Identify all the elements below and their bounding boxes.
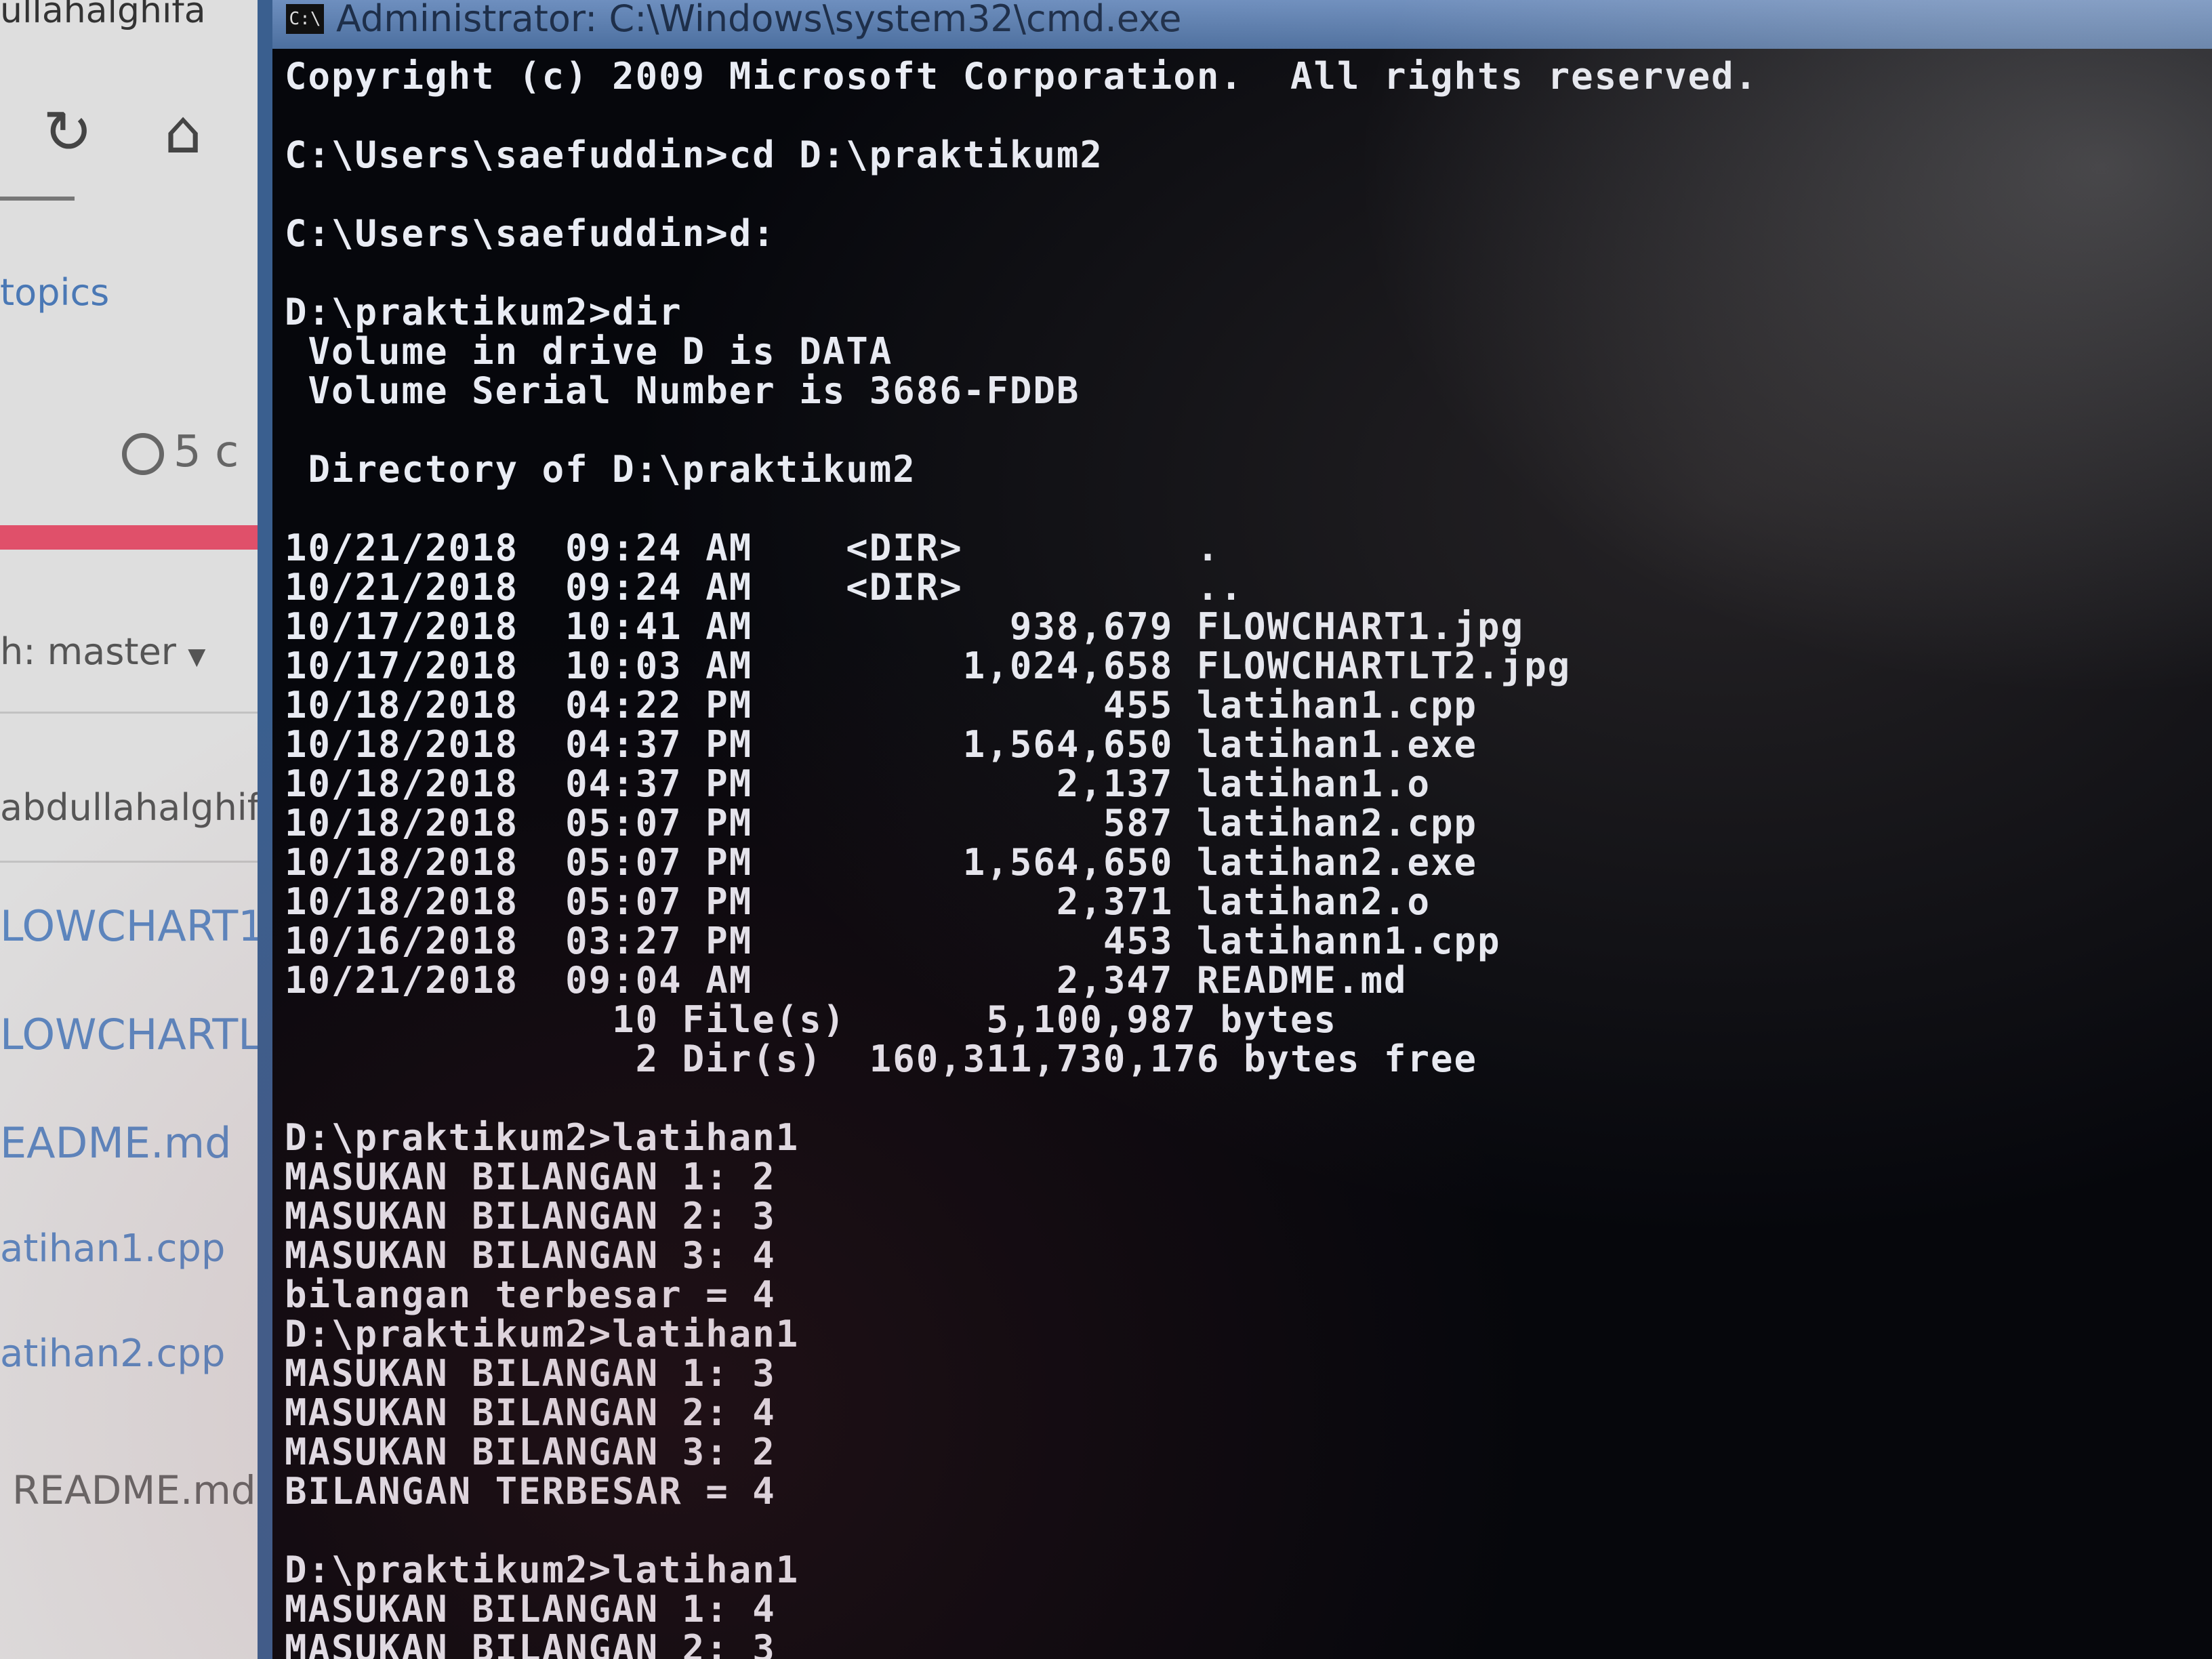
terminal-line: D:\praktikum2>dir: [285, 291, 682, 333]
terminal-line: MASUKAN BILANGAN 1: 2: [285, 1155, 776, 1198]
topics-link[interactable]: topics: [0, 271, 109, 314]
browser-window: ullahalghifa ↻ ⌂ topics 5 c h: master ▼ …: [0, 0, 285, 1659]
terminal-line: bilangan terbesar = 4: [285, 1273, 776, 1316]
terminal-line: Volume in drive D is DATA: [285, 330, 893, 373]
terminal-line: MASUKAN BILANGAN 2: 3: [285, 1195, 776, 1237]
history-icon: [122, 433, 164, 476]
terminal-line: 10/18/2018 05:07 PM 1,564,650 latihan2.e…: [285, 841, 1478, 884]
window-title: Administrator: C:\Windows\system32\cmd.e…: [336, 0, 1182, 40]
terminal-line: 10/18/2018 04:37 PM 1,564,650 latihan1.e…: [285, 723, 1478, 766]
file-link-flowchartl[interactable]: LOWCHARTL: [0, 1010, 262, 1059]
terminal-line: Volume Serial Number is 3686-FDDB: [285, 369, 1080, 412]
terminal-line: 10/18/2018 04:22 PM 455 latihan1.cpp: [285, 684, 1478, 726]
terminal-output[interactable]: Copyright (c) 2009 Microsoft Corporation…: [285, 57, 2182, 1659]
divider: [0, 712, 285, 714]
branch-selector[interactable]: h: master ▼: [0, 630, 205, 673]
terminal-line: D:\praktikum2>latihan1: [285, 1116, 800, 1159]
divider: [0, 861, 285, 863]
reload-icon[interactable]: ↻: [37, 102, 98, 163]
terminal-line: D:\praktikum2>latihan1: [285, 1313, 800, 1355]
terminal-line: 10/18/2018 05:07 PM 2,371 latihan2.o: [285, 880, 1431, 923]
window-titlebar[interactable]: C:\ Administrator: C:\Windows\system32\cm…: [272, 0, 2212, 49]
branch-label: h: master: [0, 630, 177, 673]
divider: [0, 197, 75, 201]
file-link-flowchart1[interactable]: LOWCHART1: [0, 901, 265, 951]
terminal-line: 10/18/2018 05:07 PM 587 latihan2.cpp: [285, 802, 1478, 844]
file-link-latihan1[interactable]: atihan1.cpp: [0, 1227, 225, 1271]
terminal-line: BILANGAN TERBESAR = 4: [285, 1470, 776, 1513]
cmd-icon: C:\: [286, 4, 324, 34]
terminal-line: 10/16/2018 03:27 PM 453 latihann1.cpp: [285, 920, 1501, 962]
terminal-line: 10/17/2018 10:41 AM 938,679 FLOWCHART1.j…: [285, 605, 1525, 648]
terminal-line: 10/21/2018 09:24 AM <DIR> ..: [285, 566, 1244, 609]
terminal-line: MASUKAN BILANGAN 2: 4: [285, 1391, 776, 1434]
commits-count[interactable]: 5 c: [122, 427, 239, 477]
terminal-line: 10/18/2018 04:37 PM 2,137 latihan1.o: [285, 762, 1431, 805]
terminal-line: Directory of D:\praktikum2: [285, 448, 916, 491]
readme-heading: README.md: [12, 1467, 256, 1513]
terminal-line: 10/21/2018 09:24 AM <DIR> .: [285, 527, 1221, 569]
language-bar: [0, 525, 285, 550]
terminal-line: MASUKAN BILANGAN 3: 4: [285, 1234, 776, 1277]
terminal-line: 2 Dir(s) 160,311,730,176 bytes free: [285, 1038, 1478, 1080]
terminal-line: MASUKAN BILANGAN 1: 3: [285, 1352, 776, 1395]
terminal-line: C:\Users\saefuddin>d:: [285, 212, 776, 255]
home-icon[interactable]: ⌂: [152, 102, 213, 163]
address-bar-text[interactable]: ullahalghifa: [0, 0, 206, 31]
commits-count-label: 5 c: [173, 427, 239, 477]
terminal-line: Copyright (c) 2009 Microsoft Corporation…: [285, 55, 1759, 98]
terminal-line: C:\Users\saefuddin>cd D:\praktikum2: [285, 134, 1103, 176]
cmd-window[interactable]: C:\ Administrator: C:\Windows\system32\cm…: [258, 0, 2212, 1659]
chevron-down-icon: ▼: [188, 643, 206, 670]
file-link-readme[interactable]: EADME.md: [0, 1118, 231, 1168]
terminal-line: MASUKAN BILANGAN 2: 3: [285, 1627, 776, 1659]
terminal-line: MASUKAN BILANGAN 1: 4: [285, 1588, 776, 1631]
terminal-line: D:\praktikum2>latihan1: [285, 1549, 800, 1591]
commit-author[interactable]: abdullahalghif: [0, 786, 260, 829]
terminal-line: 10/17/2018 10:03 AM 1,024,658 FLOWCHARTL…: [285, 644, 1572, 687]
photo-of-screen: ullahalghifa ↻ ⌂ topics 5 c h: master ▼ …: [0, 0, 2212, 1659]
file-link-latihan2[interactable]: atihan2.cpp: [0, 1332, 225, 1376]
terminal-line: MASUKAN BILANGAN 3: 2: [285, 1431, 776, 1473]
terminal-line: 10 File(s) 5,100,987 bytes: [285, 998, 1337, 1041]
terminal-line: 10/21/2018 09:04 AM 2,347 README.md: [285, 959, 1408, 1002]
